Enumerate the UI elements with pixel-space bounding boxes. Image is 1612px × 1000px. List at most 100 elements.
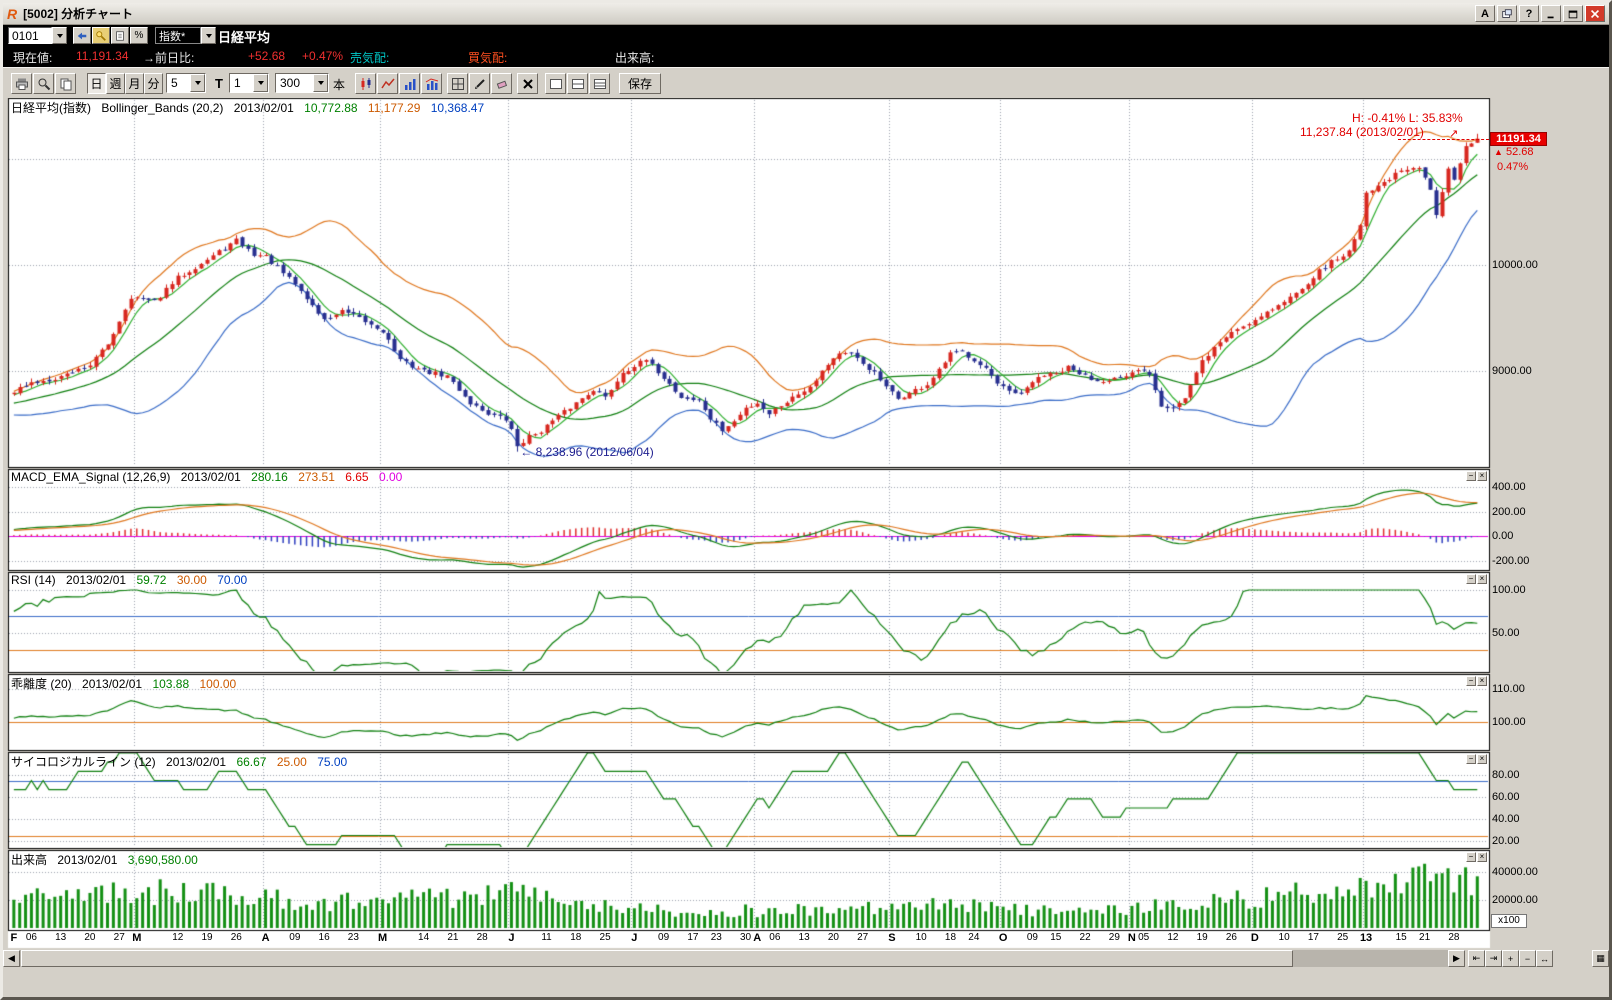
- tick-count-select[interactable]: 1: [229, 73, 269, 93]
- macd-axis-label: -200.00: [1492, 555, 1529, 567]
- close-icon: [1589, 8, 1601, 20]
- rsi-high-value: 70.00: [217, 573, 247, 587]
- rsi-panel-header: RSI (14) 2013/02/01 59.72 30.00 70.00: [11, 573, 254, 587]
- period-weekly-button[interactable]: 週: [106, 73, 125, 94]
- window-copy-button[interactable]: [1497, 5, 1517, 22]
- line-chart-icon: [381, 77, 395, 91]
- high-low-annotation: H: -0.41% L: 35.83%: [1352, 111, 1463, 125]
- rsi-panel-close-button[interactable]: ×: [1477, 574, 1487, 584]
- rsi-panel-minimize-button[interactable]: −: [1466, 574, 1476, 584]
- zoom-out-button[interactable]: −: [1519, 950, 1536, 967]
- close-button[interactable]: [1585, 5, 1605, 22]
- x-axis-month-label: S: [888, 932, 895, 944]
- layout-single-button[interactable]: [545, 73, 566, 94]
- bar-chart-button[interactable]: [399, 73, 420, 94]
- symbol-code-dropdown-button[interactable]: [52, 27, 67, 44]
- psych-panel-header: サイコロジカルライン (12) 2013/02/01 66.67 25.00 7…: [11, 753, 354, 770]
- psych-panel-close-button[interactable]: ×: [1477, 754, 1487, 764]
- scroll-start-button[interactable]: ⇤: [1468, 950, 1485, 967]
- main-symbol-label: 日経平均(指数): [11, 101, 91, 115]
- x-axis-date-label: 30: [740, 932, 751, 943]
- app-icon: R: [7, 6, 17, 22]
- kairi-date: 2013/02/01: [82, 677, 142, 691]
- scroll-right-button[interactable]: ▶: [1448, 950, 1465, 967]
- zoom-button[interactable]: [33, 73, 54, 94]
- psych-panel-minimize-button[interactable]: −: [1466, 754, 1476, 764]
- layout-multi-button[interactable]: [589, 73, 610, 94]
- save-button[interactable]: 保存: [619, 73, 661, 94]
- line-chart-button[interactable]: [377, 73, 398, 94]
- x-axis-month-label: M: [378, 932, 387, 944]
- scroll-left-button[interactable]: ◀: [3, 950, 20, 967]
- left-triangle-icon: ◀: [8, 953, 15, 964]
- psych-axis-label: 80.00: [1492, 769, 1520, 781]
- kairi-panel-header: 乖離度 (20) 2013/02/01 103.88 100.00: [11, 675, 243, 692]
- print-button[interactable]: [11, 73, 32, 94]
- x-axis-date-label: 19: [201, 932, 212, 943]
- up-triangle-icon: ▲: [1494, 147, 1503, 157]
- layout-split-icon: [571, 77, 585, 91]
- memo-icon: [114, 30, 126, 42]
- macd-panel-close-button[interactable]: ×: [1477, 471, 1487, 481]
- minimize-icon: [1545, 8, 1557, 20]
- maximize-button[interactable]: [1563, 5, 1583, 22]
- volume-panel-minimize-button[interactable]: −: [1466, 852, 1476, 862]
- volume-chart-icon: [425, 77, 439, 91]
- symbol-code-input[interactable]: [8, 27, 52, 44]
- erase-button[interactable]: [491, 73, 512, 94]
- bar-count-select[interactable]: 300: [275, 73, 329, 93]
- kairi-panel-close-button[interactable]: ×: [1477, 676, 1487, 686]
- title-bar[interactable]: R [5002] 分析チャート A ?: [3, 3, 1609, 25]
- main-axis-label: 10000.00: [1492, 259, 1538, 271]
- scroll-end-button[interactable]: ⇥: [1485, 950, 1502, 967]
- volume-chart-button[interactable]: [421, 73, 442, 94]
- category-dropdown-button[interactable]: [201, 27, 216, 44]
- tick-label: T: [215, 76, 223, 91]
- memo-button[interactable]: [111, 27, 129, 44]
- x-axis-date-label: 10: [1279, 932, 1290, 943]
- key-button[interactable]: [92, 27, 110, 44]
- grid-button[interactable]: [447, 73, 468, 94]
- x-axis-date-label: 27: [857, 932, 868, 943]
- back-button[interactable]: [73, 27, 91, 44]
- x-axis-date-label: 19: [1197, 932, 1208, 943]
- percent-button[interactable]: %: [130, 27, 148, 44]
- x-axis-month-label: A: [262, 932, 270, 944]
- font-size-button[interactable]: A: [1475, 5, 1495, 22]
- copy-chart-button[interactable]: [55, 73, 76, 94]
- candlestick-type-button[interactable]: [355, 73, 376, 94]
- draw-button[interactable]: [469, 73, 490, 94]
- key-icon: [95, 30, 107, 42]
- clear-drawings-button[interactable]: [517, 73, 538, 94]
- x-axis-date-label: 05: [1138, 932, 1149, 943]
- skip-start-icon: ⇤: [1473, 953, 1481, 964]
- main-indicator-label: Bollinger_Bands (20,2): [101, 101, 223, 115]
- x-axis-month-label: J: [508, 932, 514, 944]
- kairi-axis-label: 100.00: [1492, 716, 1526, 728]
- help-button[interactable]: ?: [1519, 5, 1539, 22]
- minimize-button[interactable]: [1541, 5, 1561, 22]
- change-annotation: ▲ 52.68: [1494, 146, 1534, 158]
- current-price-label: 現在値:: [13, 49, 52, 66]
- macd-panel-minimize-button[interactable]: −: [1466, 471, 1476, 481]
- period-monthly-button[interactable]: 月: [125, 73, 144, 94]
- rsi-axis-label: 100.00: [1492, 584, 1526, 596]
- fit-width-button[interactable]: ↔: [1536, 950, 1553, 967]
- x-axis-date-label: 14: [418, 932, 429, 943]
- period-daily-button[interactable]: 日: [87, 73, 106, 94]
- rsi-value: 59.72: [136, 573, 166, 587]
- chevron-down-icon: [206, 34, 212, 38]
- h-scrollbar-thumb[interactable]: [21, 950, 1293, 967]
- kairi-panel-minimize-button[interactable]: −: [1466, 676, 1476, 686]
- volume-panel-close-button[interactable]: ×: [1477, 852, 1487, 862]
- zoom-in-button[interactable]: +: [1502, 950, 1519, 967]
- indicator-category-select[interactable]: 指数*: [155, 27, 201, 44]
- x-axis-month-label: 13: [1360, 932, 1372, 944]
- grid-view-button[interactable]: ▦: [1592, 950, 1609, 967]
- current-price-value: 11,191.34: [76, 49, 129, 63]
- skip-end-icon: ⇥: [1490, 953, 1498, 964]
- macd-value: 280.16: [251, 470, 288, 484]
- period-minute-button[interactable]: 分: [144, 73, 163, 94]
- layout-split-button[interactable]: [567, 73, 588, 94]
- minute-interval-select[interactable]: 5: [166, 73, 206, 93]
